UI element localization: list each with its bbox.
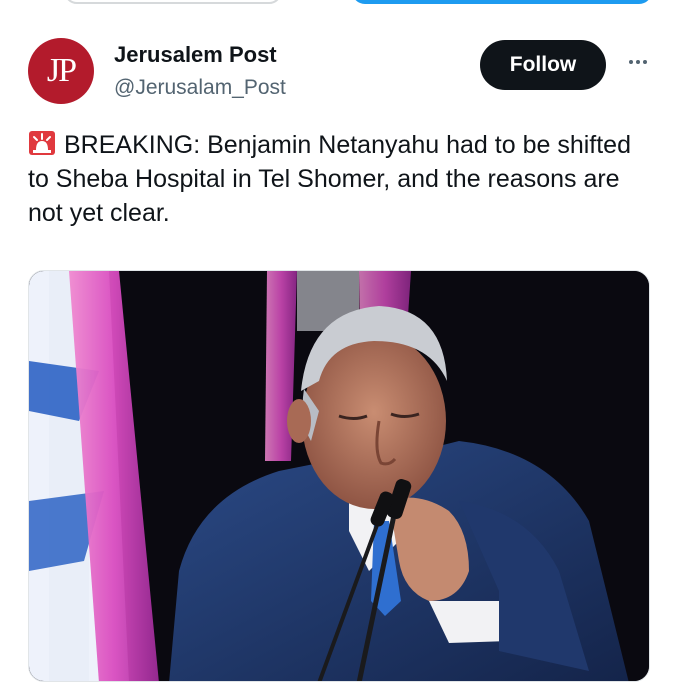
avatar[interactable]: JP — [28, 38, 94, 104]
rotating-light-icon — [29, 131, 55, 155]
photo-illustration — [29, 271, 649, 681]
previous-post-button[interactable] — [64, 0, 282, 4]
previous-post-action-button[interactable] — [352, 0, 652, 4]
tweet-text-container: BREAKING: Benjamin Netanyahu had to be s… — [28, 128, 658, 230]
tweet-photo[interactable] — [28, 270, 650, 682]
tweet-header: JP Jerusalem Post @Jerusalam_Post Follow — [28, 38, 658, 108]
tweet-text: BREAKING: Benjamin Netanyahu had to be s… — [28, 131, 631, 227]
avatar-logo-text: JP — [46, 52, 77, 89]
more-horizontal-icon[interactable] — [622, 46, 654, 78]
account-handle[interactable]: @Jerusalam_Post — [114, 76, 286, 100]
follow-button[interactable]: Follow — [480, 40, 606, 90]
account-name[interactable]: Jerusalem Post — [114, 42, 277, 68]
